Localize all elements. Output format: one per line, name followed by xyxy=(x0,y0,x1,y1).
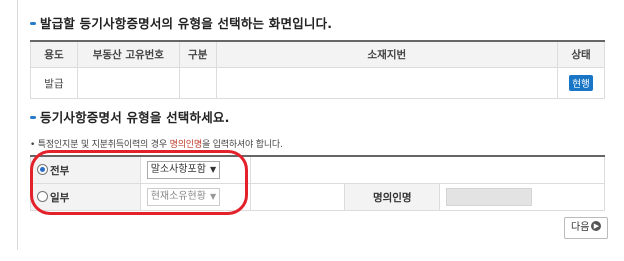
empty-cell xyxy=(249,155,606,184)
radio-partial-label: 일부 xyxy=(50,191,70,204)
owner-name-label: 명의인명 xyxy=(344,183,441,211)
cell-unique-number xyxy=(76,67,180,99)
bullet-icon xyxy=(30,116,36,119)
cell-address xyxy=(215,67,559,99)
header-type: 구분 xyxy=(178,40,217,68)
owner-name-note: • 특정인지분 및 지분취득이력의 경우 명의인명을 입력하셔야 합니다. xyxy=(30,140,283,150)
table-header-row: 용도 부동산 고유번호 구분 소재지번 상태 xyxy=(30,40,605,68)
bullet-icon xyxy=(30,22,36,25)
option-row-full: 전부 말소사항포함 ▼ xyxy=(30,155,606,184)
header-unique-number: 부동산 고유번호 xyxy=(76,40,180,68)
spacer-cell xyxy=(249,183,346,211)
status-badge: 현행 xyxy=(569,75,593,91)
chevron-down-icon: ▼ xyxy=(209,165,217,174)
table-row: 발급 현행 xyxy=(30,67,605,99)
cell-purpose: 발급 xyxy=(30,67,78,99)
next-button[interactable]: 다음 ▶ xyxy=(564,217,609,239)
owner-name-input[interactable] xyxy=(446,188,533,206)
cell-type xyxy=(178,67,217,99)
radio-partial[interactable] xyxy=(37,191,48,202)
select-partial-scope[interactable]: 현재소유현황 ▼ xyxy=(146,188,221,206)
owner-name-cell xyxy=(439,183,605,211)
cell-status: 현행 xyxy=(557,67,605,99)
chevron-down-icon: ▼ xyxy=(209,192,217,201)
radio-partial-cell[interactable]: 일부 xyxy=(30,183,141,211)
header-purpose: 용도 xyxy=(30,40,78,68)
select-full-scope[interactable]: 말소사항포함 ▼ xyxy=(146,161,221,179)
radio-full-cell[interactable]: 전부 xyxy=(30,155,141,184)
select-full-cell: 말소사항포함 ▼ xyxy=(139,155,251,184)
header-address: 소재지번 xyxy=(215,40,559,68)
radio-full[interactable] xyxy=(37,164,48,175)
section-title-select-type: 등기사항증명서 유형을 선택하세요. xyxy=(30,107,230,126)
certificate-type-table: 전부 말소사항포함 ▼ 일부 현재소유현황 ▼ 명의인명 xyxy=(30,155,606,211)
radio-full-label: 전부 xyxy=(50,164,70,177)
section-title-type-screen: 발급할 등기사항증명서의 유형을 선택하는 화면입니다. xyxy=(30,13,332,32)
option-row-partial: 일부 현재소유현황 ▼ 명의인명 xyxy=(30,183,605,211)
issuance-table: 용도 부동산 고유번호 구분 소재지번 상태 발급 현행 xyxy=(30,40,605,99)
arrow-right-icon: ▶ xyxy=(591,221,602,231)
select-partial-cell: 현재소유현황 ▼ xyxy=(139,183,251,211)
left-border xyxy=(17,0,18,250)
header-status: 상태 xyxy=(557,40,605,68)
